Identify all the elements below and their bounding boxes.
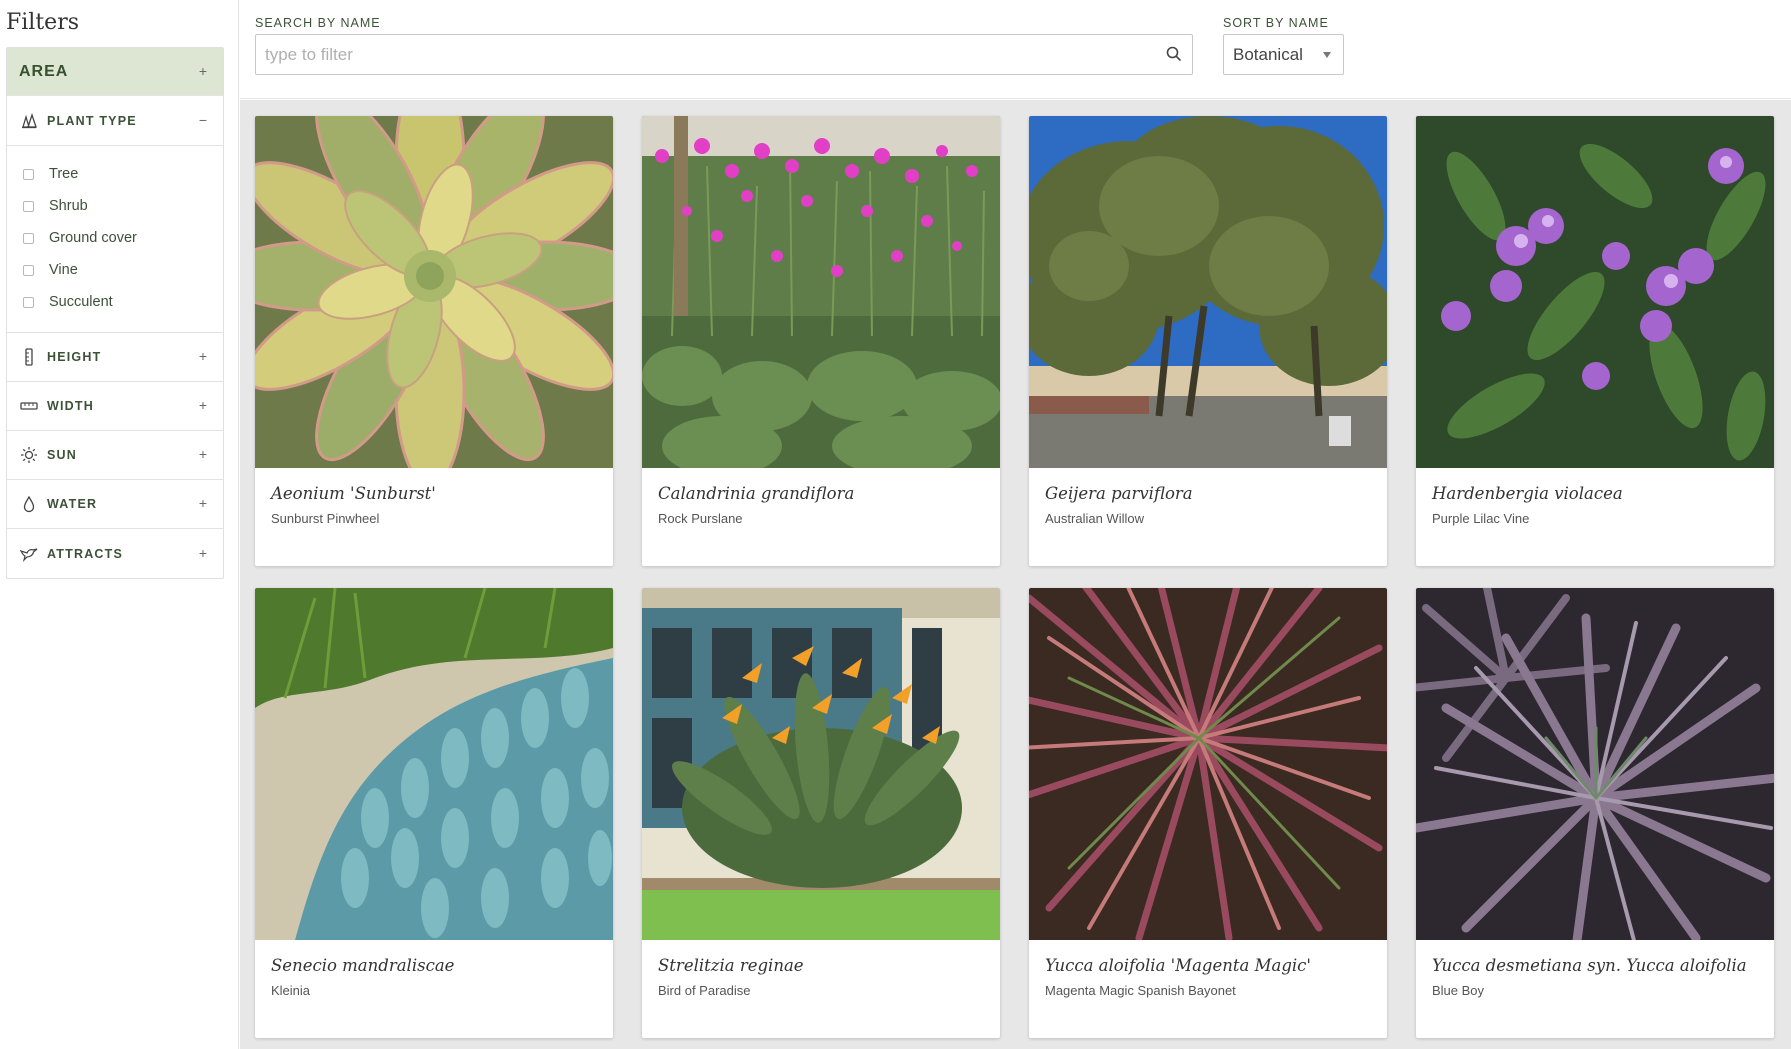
expand-icon: +: [198, 397, 207, 414]
hummingbird-icon: [19, 544, 39, 564]
common-name: Australian Willow: [1045, 511, 1144, 526]
checkbox[interactable]: [23, 296, 34, 308]
expand-icon: +: [198, 446, 207, 463]
plant-photo: [255, 116, 613, 468]
common-name: Blue Boy: [1432, 983, 1485, 998]
filter-attracts-label: ATTRACTS: [47, 546, 124, 561]
filter-attracts[interactable]: ATTRACTS +: [7, 529, 223, 578]
option-label: Succulent: [49, 294, 113, 310]
filters-title: Filters: [6, 10, 80, 35]
option-ground-cover[interactable]: Ground cover: [7, 222, 223, 254]
ruler-icon: [19, 396, 39, 416]
sort-select[interactable]: Botanical: [1223, 34, 1344, 75]
common-name: Rock Purslane: [658, 511, 743, 526]
option-label: Vine: [49, 262, 78, 278]
filter-plant-type-label: PLANT TYPE: [47, 113, 137, 128]
plant-card[interactable]: Senecio mandraliscae Kleinia: [255, 588, 613, 1038]
filter-height[interactable]: HEIGHT +: [7, 333, 223, 382]
plant-photo: [1029, 588, 1387, 940]
water-drop-icon: [19, 494, 39, 514]
checkbox[interactable]: [23, 264, 34, 276]
card-body: Strelitzia reginae Bird of Paradise: [642, 940, 1000, 998]
expand-icon: +: [198, 544, 207, 561]
top-bar: SEARCH BY NAME SORT BY NAME Botanical: [240, 0, 1791, 99]
plant-photo: [1416, 116, 1774, 468]
plant-card[interactable]: Yucca aloifolia 'Magenta Magic' Magenta …: [1029, 588, 1387, 1038]
option-label: Ground cover: [49, 230, 137, 246]
checkbox[interactable]: [23, 232, 34, 244]
botanical-name: Geijera parviflora: [1045, 484, 1193, 503]
plant-photo: [642, 588, 1000, 940]
plant-type-options: Tree Shrub Ground cover Vine Succulent: [7, 146, 223, 333]
expand-icon: +: [198, 348, 207, 365]
botanical-name: Senecio mandraliscae: [271, 956, 455, 975]
filter-width-label: WIDTH: [47, 399, 94, 413]
plant-grid: Aeonium 'Sunburst' Sunburst Pinwheel Cal…: [240, 100, 1791, 1049]
option-vine[interactable]: Vine: [7, 254, 223, 286]
botanical-name: Yucca desmetiana syn. Yucca aloifolia: [1432, 956, 1747, 975]
botanical-name: Calandrinia grandiflora: [658, 484, 855, 503]
botanical-name: Yucca aloifolia 'Magenta Magic': [1045, 956, 1311, 975]
card-body: Senecio mandraliscae Kleinia: [255, 940, 613, 998]
plant-photo: [1416, 588, 1774, 940]
plant-card[interactable]: Yucca desmetiana syn. Yucca aloifolia Bl…: [1416, 588, 1774, 1038]
option-shrub[interactable]: Shrub: [7, 190, 223, 222]
common-name: Magenta Magic Spanish Bayonet: [1045, 983, 1236, 998]
plant-photo: [642, 116, 1000, 468]
filter-water-label: WATER: [47, 497, 98, 511]
plant-card[interactable]: Strelitzia reginae Bird of Paradise: [642, 588, 1000, 1038]
search-icon[interactable]: [1164, 44, 1184, 64]
plant-photo: [255, 588, 613, 940]
caret-down-icon: [1323, 52, 1331, 58]
filter-sun-label: SUN: [47, 448, 77, 462]
botanical-name: Aeonium 'Sunburst': [271, 484, 436, 503]
collapse-icon: −: [198, 111, 207, 128]
common-name: Sunburst Pinwheel: [271, 511, 380, 526]
search-label: SEARCH BY NAME: [255, 16, 381, 30]
expand-icon: +: [198, 495, 207, 512]
botanical-name: Strelitzia reginae: [658, 956, 804, 975]
option-succulent[interactable]: Succulent: [7, 286, 223, 318]
filter-water[interactable]: WATER +: [7, 480, 223, 529]
filter-plant-type[interactable]: PLANT TYPE −: [7, 96, 223, 146]
common-name: Kleinia: [271, 983, 311, 998]
option-label: Shrub: [49, 198, 88, 214]
card-body: Yucca desmetiana syn. Yucca aloifolia Bl…: [1416, 940, 1774, 998]
card-body: Geijera parviflora Australian Willow: [1029, 468, 1387, 526]
tree-icon: [19, 111, 39, 131]
sort-selected-value: Botanical: [1233, 44, 1303, 64]
filter-area[interactable]: AREA +: [7, 48, 223, 96]
filter-sun[interactable]: SUN +: [7, 431, 223, 480]
sort-label: SORT BY NAME: [1223, 16, 1329, 30]
card-body: Aeonium 'Sunburst' Sunburst Pinwheel: [255, 468, 613, 526]
card-body: Hardenbergia violacea Purple Lilac Vine: [1416, 468, 1774, 526]
filters-sidebar: Filters AREA + PLANT TYPE − Tree Shrub G…: [0, 0, 239, 1049]
plant-photo: [1029, 116, 1387, 468]
botanical-name: Hardenbergia violacea: [1432, 484, 1623, 503]
search-input[interactable]: [255, 34, 1193, 75]
plant-card[interactable]: Geijera parviflora Australian Willow: [1029, 116, 1387, 566]
common-name: Bird of Paradise: [658, 983, 751, 998]
checkbox[interactable]: [23, 200, 34, 212]
option-tree[interactable]: Tree: [7, 158, 223, 190]
height-icon: [19, 347, 39, 367]
filter-area-label: AREA: [19, 62, 69, 80]
filter-height-label: HEIGHT: [47, 350, 102, 364]
plant-card[interactable]: Calandrinia grandiflora Rock Purslane: [642, 116, 1000, 566]
card-body: Calandrinia grandiflora Rock Purslane: [642, 468, 1000, 526]
expand-icon: +: [198, 62, 207, 79]
sun-icon: [19, 445, 39, 465]
card-body: Yucca aloifolia 'Magenta Magic' Magenta …: [1029, 940, 1387, 998]
plant-card[interactable]: Aeonium 'Sunburst' Sunburst Pinwheel: [255, 116, 613, 566]
filter-panel: AREA + PLANT TYPE − Tree Shrub Ground co…: [6, 47, 224, 579]
option-label: Tree: [49, 166, 79, 182]
checkbox[interactable]: [23, 168, 34, 180]
common-name: Purple Lilac Vine: [1432, 511, 1530, 526]
plant-card[interactable]: Hardenbergia violacea Purple Lilac Vine: [1416, 116, 1774, 566]
filter-width[interactable]: WIDTH +: [7, 382, 223, 431]
